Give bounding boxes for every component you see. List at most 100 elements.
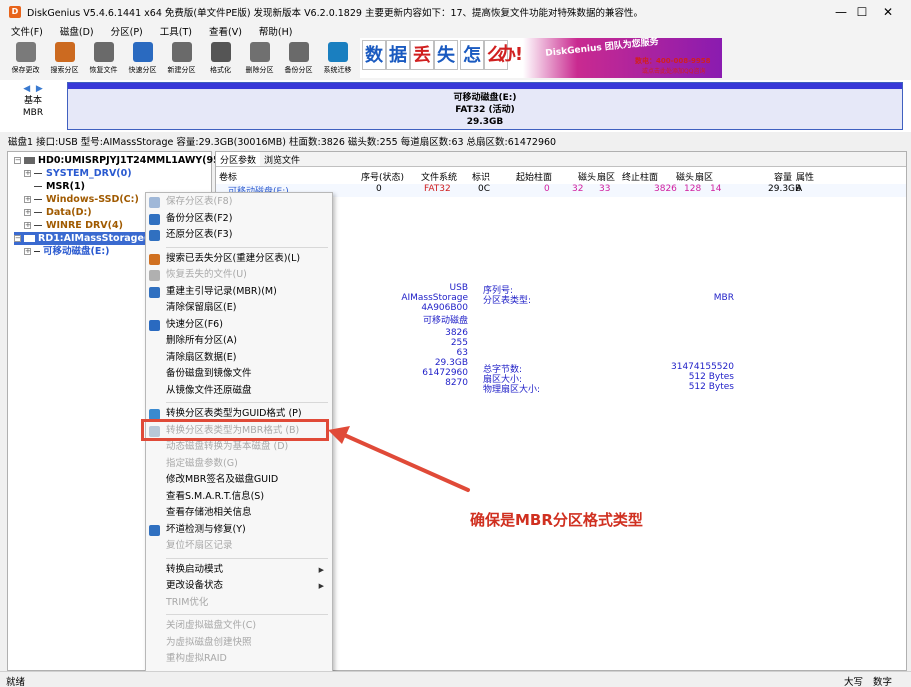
context-menu-label: 查看S.M.A.R.T.信息(S) — [166, 490, 265, 502]
column-header[interactable]: 磁头 — [676, 170, 694, 183]
menu-tools[interactable]: 工具(T) — [149, 24, 198, 38]
toolbar-button-label: 保存更改 — [11, 66, 40, 74]
toolbar-button-8[interactable]: 备份分区 — [279, 38, 318, 78]
column-header[interactable]: 序号(状态) — [361, 170, 404, 183]
context-menu-item[interactable]: 删除所有分区(A) — [146, 333, 332, 349]
disk-info-line: 磁盘1 接口:USB 型号:AIMassStorage 容量:29.3GB(30… — [8, 137, 557, 148]
table-cell: FAT32 — [424, 184, 451, 194]
menu-view[interactable]: 查看(V) — [198, 24, 248, 38]
context-menu-label: 重建主引导记录(MBR)(M) — [166, 285, 277, 297]
toolbar-button-3[interactable]: 恢复文件 — [84, 38, 123, 78]
save-icon — [149, 197, 160, 208]
column-header[interactable]: 起始柱面 — [516, 170, 552, 183]
context-menu-label: 删除所有分区(A) — [166, 335, 237, 346]
context-menu-item[interactable]: 搜索已丢失分区(重建分区表)(L) — [146, 251, 332, 267]
expand-icon[interactable]: + — [24, 222, 31, 229]
banner-char: 数 — [362, 40, 386, 70]
tab-bar: 分区参数 浏览文件 — [216, 152, 906, 167]
detail-value: 31474155520 — [671, 362, 734, 372]
column-header[interactable]: 属性 — [796, 170, 814, 183]
table-cell: 0C — [478, 184, 491, 194]
menu-help[interactable]: 帮助(H) — [248, 24, 299, 38]
partition-bar-fs: FAT32 (活动) — [455, 105, 515, 115]
context-menu-item[interactable]: 转换启动模式 ▶ — [146, 562, 332, 578]
context-menu-item[interactable]: 查看存储池相关信息 — [146, 505, 332, 521]
collapse-icon[interactable]: − — [14, 235, 21, 242]
partition-bar[interactable]: 可移动磁盘(E:) FAT32 (活动) 29.3GB — [67, 82, 903, 130]
partition-bar-size: 29.3GB — [466, 117, 504, 127]
context-menu-item[interactable]: 快速分区(F6) — [146, 317, 332, 333]
tree-item-removable-e[interactable]: + 可移动磁盘(E:) — [24, 245, 109, 258]
column-header[interactable]: 标识 — [472, 170, 490, 183]
toolbar-button-label: 快速分区 — [128, 66, 157, 74]
toolbar-button-6[interactable]: 格式化 — [201, 38, 240, 78]
tree-item-1[interactable]: + SYSTEM_DRV(0) — [24, 167, 132, 180]
tab-browse-files[interactable]: 浏览文件 — [260, 152, 304, 166]
context-menu-item[interactable]: 重建主引导记录(MBR)(M) — [146, 284, 332, 300]
tab-partition-params[interactable]: 分区参数 — [216, 152, 261, 166]
column-header[interactable]: 扇区 — [597, 170, 615, 183]
prev-disk-arrow[interactable]: ◀ — [23, 84, 30, 94]
toolbar-button-2[interactable]: 搜索分区 — [45, 38, 84, 78]
toolbar-button-7[interactable]: 删除分区 — [240, 38, 279, 78]
column-header[interactable]: 卷标 — [219, 170, 237, 183]
context-menu-item[interactable]: 还原分区表(F3) — [146, 227, 332, 243]
detail-value: 4A906B00 — [421, 303, 468, 313]
column-header[interactable]: 文件系统 — [421, 170, 457, 183]
search-icon — [54, 42, 75, 62]
context-menu-item[interactable]: 清除扇区数据(E) — [146, 350, 332, 366]
expand-icon[interactable]: + — [24, 248, 31, 255]
quick-partition-icon — [132, 42, 153, 62]
toolbar-button-5[interactable]: 新建分区 — [162, 38, 201, 78]
column-header[interactable]: 终止柱面 — [622, 170, 658, 183]
tree-item-2[interactable]: MSR(1) — [24, 180, 85, 193]
context-menu-item[interactable]: 修改MBR签名及磁盘GUID — [146, 472, 332, 488]
next-disk-arrow[interactable]: ▶ — [36, 84, 43, 94]
context-menu-label: 清除保留扇区(E) — [166, 302, 237, 313]
tree-hd0[interactable]: − HD0:UMISRPJYJ1T24MML1AWY(954GB) — [14, 154, 246, 167]
collapse-icon[interactable]: − — [14, 157, 21, 164]
expand-icon[interactable]: + — [24, 170, 31, 177]
column-header[interactable]: 容量 — [774, 170, 792, 183]
context-menu-item[interactable]: 查看S.M.A.R.T.信息(S) — [146, 489, 332, 505]
context-menu-item[interactable]: 清除保留扇区(E) — [146, 300, 332, 316]
expand-icon[interactable]: + — [24, 196, 31, 203]
context-menu-label: 转换分区表类型为GUID格式 (P) — [166, 408, 302, 419]
tree-item-label: Windows-SSD(C:) — [46, 194, 139, 205]
context-menu-item[interactable]: 从镜像文件还原磁盘 — [146, 383, 332, 399]
context-menu-item[interactable]: 备份磁盘到镜像文件 — [146, 366, 332, 382]
context-menu-label: 动态磁盘转换为基本磁盘 (D) — [166, 441, 289, 452]
tree-item-3[interactable]: + Windows-SSD(C:) — [24, 193, 139, 206]
tree-item-4[interactable]: + Data(D:) — [24, 206, 92, 219]
close-button[interactable]: ✕ — [865, 0, 911, 24]
toolbar-button-4[interactable]: 快速分区 — [123, 38, 162, 78]
disk-nav: ◀ ▶ 基本 MBR — [8, 83, 58, 129]
ad-banner[interactable]: 数据丢失怎么办! DiskGenius 团队为您服务 数电：400-008-99… — [360, 37, 722, 78]
column-header[interactable]: 磁头 — [578, 170, 596, 183]
tree-item-label: SYSTEM_DRV(0) — [46, 168, 132, 179]
toolbar-button-label: 格式化 — [210, 66, 231, 74]
menu-disk[interactable]: 磁盘(D) — [49, 24, 100, 38]
restore-table-icon — [149, 230, 160, 241]
context-menu-label: 清除扇区数据(E) — [166, 351, 237, 363]
table-cell: 3826 — [654, 184, 677, 194]
toolbar-button-label: 删除分区 — [245, 66, 274, 74]
menu-file[interactable]: 文件(F) — [0, 24, 49, 38]
context-menu-item[interactable]: 坏道检测与修复(Y) — [146, 522, 332, 538]
expand-icon[interactable]: + — [24, 209, 31, 216]
tree-item-5[interactable]: + WINRE DRV(4) — [24, 219, 123, 232]
context-menu-item[interactable]: 更改设备状态 ▶ — [146, 578, 332, 594]
submenu-arrow-icon: ▶ — [318, 565, 324, 574]
context-menu-label: 修改MBR签名及磁盘GUID — [166, 474, 279, 485]
table-cell: 14 — [710, 184, 722, 194]
context-menu-item[interactable]: 备份分区表(F2) — [146, 211, 332, 227]
context-menu-label: 恢复丢失的文件(U) — [166, 269, 247, 280]
context-menu-label: 坏道检测与修复(Y) — [166, 523, 246, 535]
table-cell: A — [796, 184, 803, 194]
backup-icon — [288, 42, 309, 62]
toolbar-button-1[interactable]: 保存更改 — [6, 38, 45, 78]
menu-partition[interactable]: 分区(P) — [100, 24, 149, 38]
column-header[interactable]: 扇区 — [695, 170, 713, 183]
table-cell: 0 — [376, 184, 382, 194]
toolbar-button-9[interactable]: 系统迁移 — [318, 38, 357, 78]
